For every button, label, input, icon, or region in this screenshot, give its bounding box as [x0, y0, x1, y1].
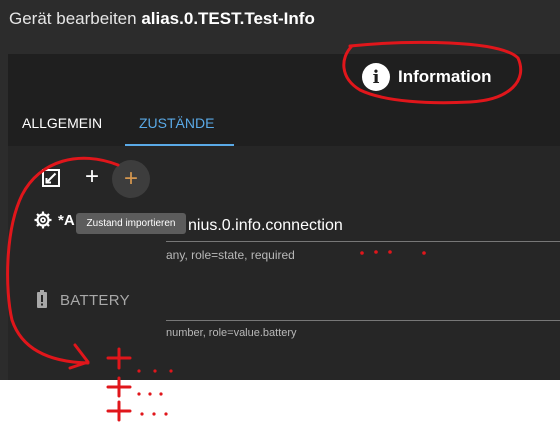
battery-helper-text: number, role=value.battery	[166, 327, 297, 339]
tab-zustaende[interactable]: ZUSTÄNDE	[139, 115, 214, 131]
tab-allgemein[interactable]: ALLGEMEIN	[22, 115, 102, 131]
battery-id-underline[interactable]	[166, 320, 560, 321]
battery-icon	[37, 290, 47, 308]
information-button[interactable]: i Information	[362, 62, 492, 92]
gear-icon	[34, 211, 52, 229]
dialog-title-prefix: Gerät bearbeiten	[9, 9, 137, 28]
expand-button[interactable]	[40, 167, 62, 189]
add-state-button[interactable]: +	[80, 165, 104, 189]
state-id-field[interactable]: nius.0.info.connection	[188, 217, 343, 235]
import-tooltip: Zustand importieren	[76, 213, 186, 234]
dialog-title: Gerät bearbeiten alias.0.TEST.Test-Info	[9, 9, 315, 29]
dialog-title-object: alias.0.TEST.Test-Info	[141, 9, 315, 28]
annotation-plus-2	[106, 376, 132, 398]
state-name-a: *A	[58, 212, 75, 229]
information-label: Information	[398, 67, 492, 86]
plus-icon: +	[84, 163, 99, 190]
state-id-underline	[166, 241, 560, 242]
state-helper-text: any, role=state, required	[166, 248, 295, 262]
state-name-battery: BATTERY	[60, 292, 130, 309]
edit-device-dialog: Gerät bearbeiten alias.0.TEST.Test-Info …	[0, 0, 560, 380]
expand-icon	[42, 169, 60, 187]
import-plus-icon: +	[123, 165, 138, 192]
import-state-button[interactable]: +	[112, 160, 150, 198]
info-icon: i	[362, 63, 390, 91]
annotation-plus-3	[106, 400, 132, 422]
